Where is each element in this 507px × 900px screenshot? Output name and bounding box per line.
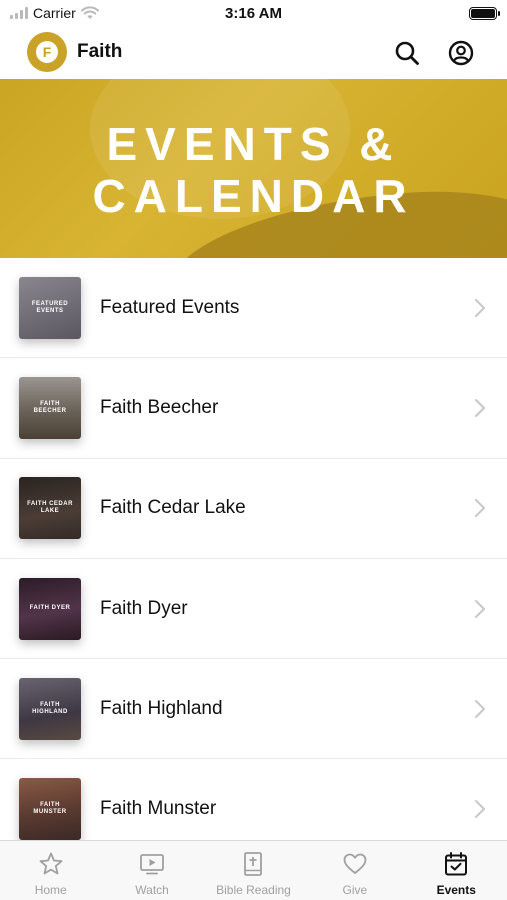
thumbnail: FEATURED EVENTS	[19, 276, 81, 339]
chevron-right-icon	[475, 699, 485, 718]
thumbnail: FAITH BEECHER	[19, 376, 81, 439]
app-header: F Faith	[0, 28, 507, 78]
calendar-icon	[445, 852, 468, 876]
list-item-label: Faith Cedar Lake	[100, 497, 246, 519]
list-item-faith-beecher[interactable]: FAITH BEECHER Faith Beecher	[0, 358, 507, 459]
bible-icon	[244, 852, 263, 876]
list-item-label: Faith Beecher	[100, 396, 219, 418]
heart-icon	[343, 853, 367, 874]
tab-bible-reading[interactable]: Bible Reading	[203, 841, 304, 900]
logo-letter: F	[36, 41, 58, 63]
events-list: FEATURED EVENTS Featured Events FAITH BE…	[0, 258, 507, 860]
thumbnail-label: FAITH DYER	[29, 605, 71, 612]
list-item-label: Faith Dyer	[100, 597, 188, 619]
list-item-faith-highland[interactable]: FAITH HIGHLAND Faith Highland	[0, 659, 507, 760]
status-time: 3:16 AM	[225, 5, 282, 22]
list-item-featured-events[interactable]: FEATURED EVENTS Featured Events	[0, 258, 507, 359]
list-item-label: Faith Highland	[100, 697, 223, 719]
account-button[interactable]	[446, 38, 476, 68]
chevron-right-icon	[475, 499, 485, 518]
thumbnail: FAITH DYER	[19, 577, 81, 640]
events-banner: EVENTS & CALENDAR	[0, 79, 507, 258]
tv-play-icon	[140, 854, 164, 875]
faith-logo[interactable]: F	[27, 32, 67, 72]
star-icon	[39, 852, 63, 875]
tab-watch[interactable]: Watch	[101, 841, 202, 900]
thumbnail: FAITH HIGHLAND	[19, 677, 81, 740]
search-icon	[395, 41, 419, 65]
tab-label: Home	[34, 883, 67, 897]
chevron-right-icon	[475, 398, 485, 417]
banner-title-line2: CALENDAR	[92, 170, 415, 222]
chevron-right-icon	[475, 800, 485, 819]
tab-label: Watch	[135, 883, 169, 897]
banner-title-line1: EVENTS &	[106, 118, 401, 170]
chevron-right-icon	[475, 298, 485, 317]
tab-label: Events	[436, 883, 476, 897]
thumbnail: FAITH CEDAR LAKE	[19, 477, 81, 540]
thumbnail-label: FAITH CEDAR LAKE	[27, 501, 73, 515]
tab-give[interactable]: Give	[304, 841, 405, 900]
tab-bar: Home Watch Bible Reading Give Events	[0, 840, 507, 900]
thumbnail-label: FAITH HIGHLAND	[32, 701, 68, 715]
thumbnail: FAITH MUNSTER	[19, 778, 81, 841]
account-icon	[448, 40, 474, 66]
tab-label: Give	[342, 883, 368, 897]
battery-icon	[469, 7, 500, 20]
chevron-right-icon	[475, 599, 485, 618]
thumbnail-label: FAITH MUNSTER	[33, 802, 67, 816]
list-item-faith-cedar-lake[interactable]: FAITH CEDAR LAKE Faith Cedar Lake	[0, 459, 507, 559]
app-title: Faith	[77, 41, 123, 62]
thumbnail-label: FAITH BEECHER	[33, 400, 67, 414]
tab-events[interactable]: Events	[406, 841, 507, 900]
tab-label: Bible Reading	[216, 883, 291, 897]
list-item-label: Featured Events	[100, 296, 240, 318]
status-bar: Carrier 3:16 AM	[0, 0, 507, 28]
thumbnail-label: FEATURED EVENTS	[31, 300, 69, 314]
search-button[interactable]	[392, 38, 422, 68]
tab-home[interactable]: Home	[0, 841, 101, 900]
list-item-label: Faith Munster	[100, 798, 217, 820]
list-item-faith-dyer[interactable]: FAITH DYER Faith Dyer	[0, 559, 507, 660]
